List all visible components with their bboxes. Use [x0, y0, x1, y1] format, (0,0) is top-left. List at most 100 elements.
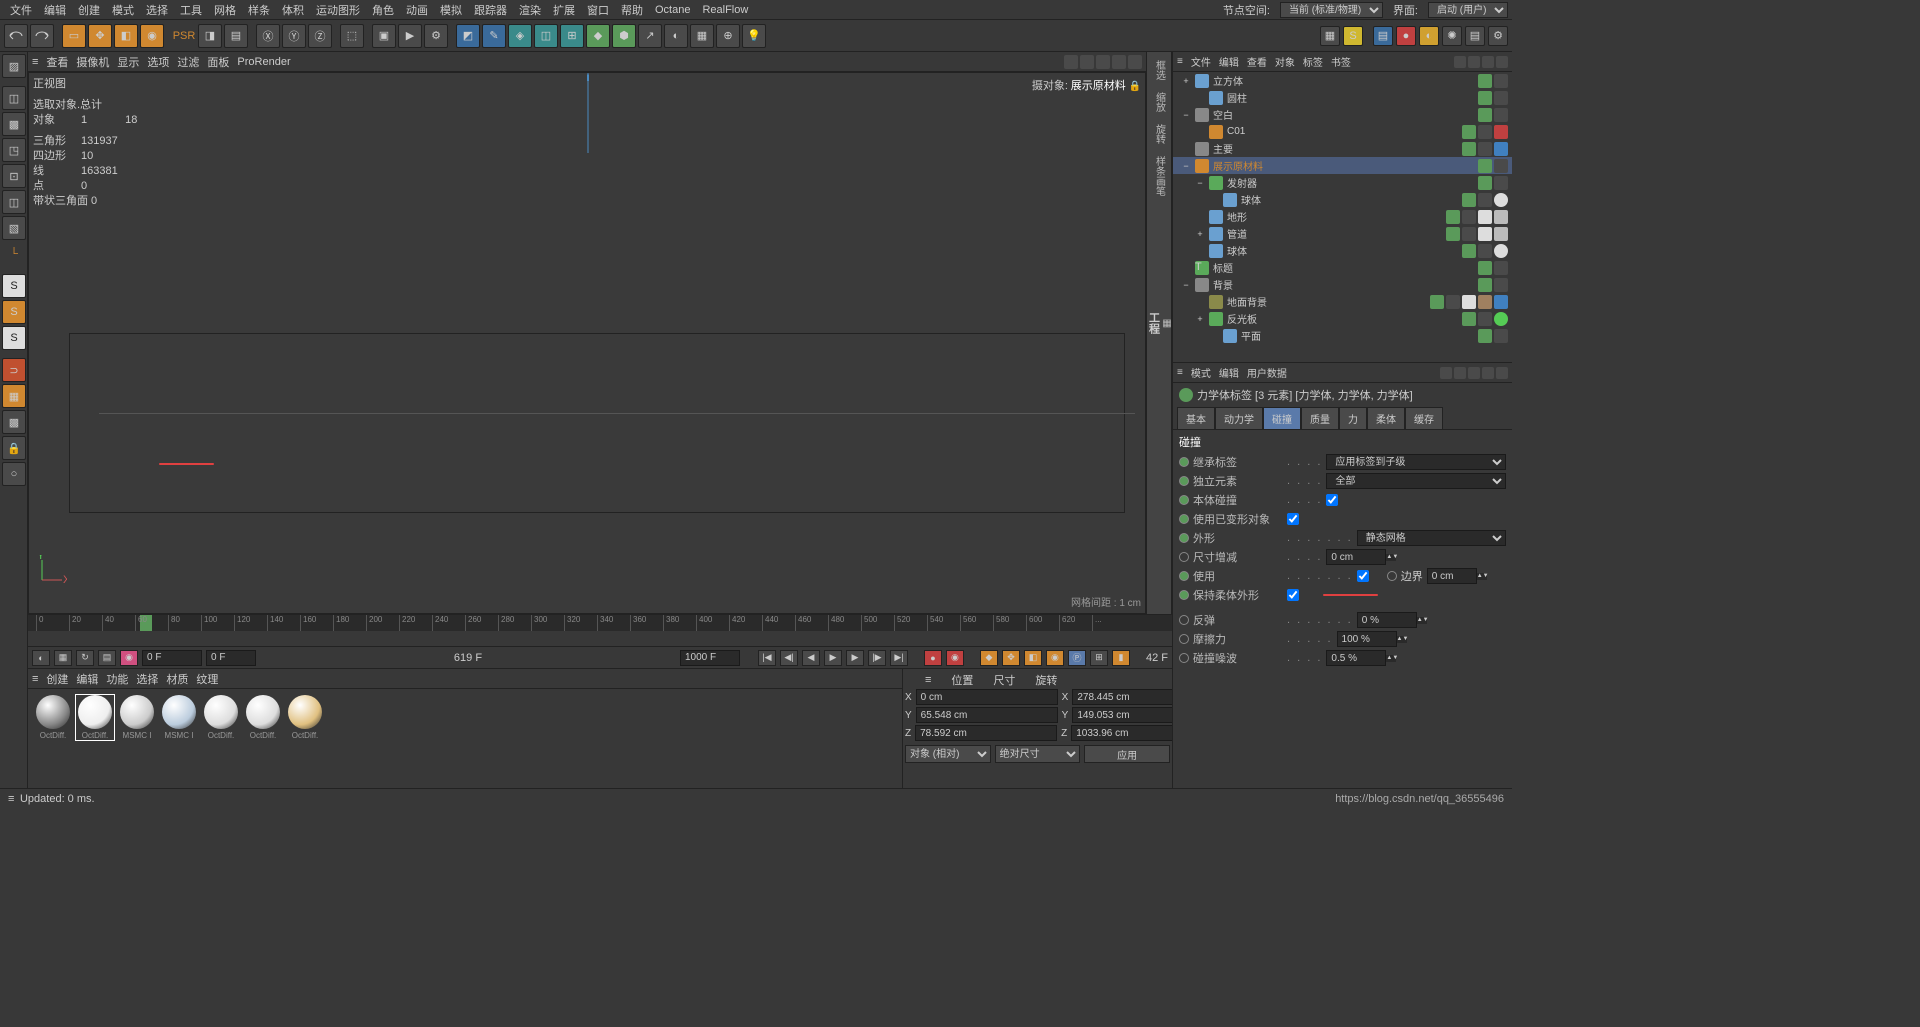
- menu-render[interactable]: 渲染: [513, 2, 547, 18]
- workplane-icon[interactable]: ▦: [2, 384, 26, 408]
- om-tags[interactable]: 标签: [1303, 54, 1323, 69]
- mat-hamburger[interactable]: ≡: [32, 673, 38, 685]
- menu-mograph[interactable]: 运动图形: [310, 2, 366, 18]
- object-tree[interactable]: +立方体圆柱−空白C01主要−展示原材料−发射器球体地形+管道球体T标题−背景地…: [1173, 72, 1512, 362]
- tl-icon-4[interactable]: ▤: [98, 650, 116, 666]
- render-view[interactable]: ▣: [372, 24, 396, 48]
- menu-extensions[interactable]: 扩展: [547, 2, 581, 18]
- om-object[interactable]: 对象: [1275, 54, 1295, 69]
- attr-new-icon[interactable]: [1496, 367, 1508, 379]
- coord-size-select[interactable]: 绝对尺寸: [995, 745, 1081, 763]
- status-hamburger[interactable]: ≡: [8, 793, 14, 805]
- select-tool[interactable]: ▭: [62, 24, 86, 48]
- coord-apply-button[interactable]: 应用: [1084, 745, 1170, 763]
- material-item[interactable]: MSMC I: [160, 695, 198, 740]
- attr-back-icon[interactable]: [1440, 367, 1452, 379]
- key-param[interactable]: ◉: [1046, 650, 1064, 666]
- workplane-mode[interactable]: ◳: [2, 138, 26, 162]
- menu-select[interactable]: 选择: [140, 2, 174, 18]
- undo-button[interactable]: [4, 24, 28, 48]
- vp-menu-panel[interactable]: 面板: [207, 54, 229, 70]
- menu-volume[interactable]: 体积: [276, 2, 310, 18]
- substance-icon[interactable]: S: [1343, 26, 1363, 46]
- bounce-input[interactable]: [1357, 612, 1417, 628]
- mat-menu-edit[interactable]: 编辑: [76, 671, 98, 687]
- go-start[interactable]: |◀: [758, 650, 776, 666]
- render-region[interactable]: ▶: [398, 24, 422, 48]
- tree-row[interactable]: 地面背景: [1173, 293, 1512, 310]
- om-edit[interactable]: 编辑: [1219, 54, 1239, 69]
- prim-environment[interactable]: ⬢: [612, 24, 636, 48]
- menu-simulate[interactable]: 模拟: [434, 2, 468, 18]
- lock-tool[interactable]: ▤: [224, 24, 248, 48]
- tl-end-input[interactable]: [680, 650, 740, 666]
- menu-tools[interactable]: 工具: [174, 2, 208, 18]
- timeline-icon[interactable]: ▤: [1465, 26, 1485, 46]
- menu-window[interactable]: 窗口: [581, 2, 615, 18]
- move-tool[interactable]: ✥: [88, 24, 112, 48]
- damp-radio[interactable]: [1179, 653, 1189, 663]
- snap-3[interactable]: S: [2, 326, 26, 350]
- attr-tab-2[interactable]: 碰撞: [1263, 407, 1301, 429]
- record-icon[interactable]: ●: [1396, 26, 1416, 46]
- tree-row[interactable]: 球体: [1173, 242, 1512, 259]
- prim-pen[interactable]: ✎: [482, 24, 506, 48]
- next-key[interactable]: |▶: [868, 650, 886, 666]
- vp-nav-5[interactable]: [1128, 55, 1142, 69]
- magnet-icon[interactable]: ⊃: [2, 358, 26, 382]
- material-item[interactable]: OctDiff.: [244, 695, 282, 740]
- keep-radio[interactable]: [1179, 590, 1189, 600]
- menu-spline[interactable]: 样条: [242, 2, 276, 18]
- tl-icon-2[interactable]: ▦: [54, 650, 72, 666]
- vp-hamburger-icon[interactable]: ≡: [32, 56, 38, 68]
- keep-check[interactable]: [1287, 589, 1299, 601]
- texture-mode[interactable]: ▩: [2, 112, 26, 136]
- tree-row[interactable]: −空白: [1173, 106, 1512, 123]
- vp-menu-options[interactable]: 选项: [147, 54, 169, 70]
- use-check[interactable]: [1357, 570, 1369, 582]
- autokey[interactable]: ◉: [946, 650, 964, 666]
- attr-tab-3[interactable]: 质量: [1301, 407, 1339, 429]
- menu-mesh[interactable]: 网格: [208, 2, 242, 18]
- axis-x[interactable]: Ⓧ: [256, 24, 280, 48]
- nodespace-select[interactable]: 当前 (标准/物理): [1280, 2, 1383, 18]
- tl-start-input[interactable]: [142, 650, 202, 666]
- margin-input[interactable]: [1427, 568, 1477, 584]
- inherit-radio[interactable]: [1179, 457, 1189, 467]
- menu-create[interactable]: 创建: [72, 2, 106, 18]
- indep-select[interactable]: 全部: [1326, 473, 1506, 489]
- prev-key[interactable]: ◀|: [780, 650, 798, 666]
- vp-nav-1[interactable]: [1064, 55, 1078, 69]
- margin-radio[interactable]: [1387, 571, 1397, 581]
- vp-menu-cameras[interactable]: 摄像机: [76, 54, 109, 70]
- shape-select[interactable]: 静态网格: [1357, 530, 1506, 546]
- point-mode[interactable]: ⊡: [2, 164, 26, 188]
- tl-cur-input2[interactable]: [206, 650, 256, 666]
- self-radio[interactable]: [1179, 495, 1189, 505]
- vp-menu-display[interactable]: 显示: [117, 54, 139, 70]
- material-item[interactable]: OctDiff.: [34, 695, 72, 740]
- grid-icon[interactable]: ▩: [2, 410, 26, 434]
- snap-2[interactable]: S: [2, 300, 26, 324]
- menu-tracker[interactable]: 跟踪器: [468, 2, 513, 18]
- damp-input[interactable]: [1326, 650, 1386, 666]
- size-input[interactable]: [1326, 549, 1386, 565]
- attr-lock-icon[interactable]: [1482, 367, 1494, 379]
- scale-tool[interactable]: ◧: [114, 24, 138, 48]
- tree-row[interactable]: 主要: [1173, 140, 1512, 157]
- edge-mode[interactable]: ◫: [2, 190, 26, 214]
- settings-icon[interactable]: ⚙: [1488, 26, 1508, 46]
- tree-row[interactable]: −展示原材料: [1173, 157, 1512, 174]
- prim-light[interactable]: ◐: [664, 24, 688, 48]
- fcurve-icon[interactable]: ✺: [1442, 26, 1462, 46]
- vp-menu-view[interactable]: 查看: [46, 54, 68, 70]
- tree-row[interactable]: +反光板: [1173, 310, 1512, 327]
- om-layer-icon[interactable]: [1496, 56, 1508, 68]
- inherit-select[interactable]: 应用标签到子级: [1326, 454, 1506, 470]
- menu-character[interactable]: 角色: [366, 2, 400, 18]
- layout-select[interactable]: 启动 (用户): [1428, 2, 1508, 18]
- tree-row[interactable]: −背景: [1173, 276, 1512, 293]
- self-check[interactable]: [1326, 494, 1338, 506]
- attr-userdata[interactable]: 用户数据: [1247, 365, 1287, 380]
- menu-help[interactable]: 帮助: [615, 2, 649, 18]
